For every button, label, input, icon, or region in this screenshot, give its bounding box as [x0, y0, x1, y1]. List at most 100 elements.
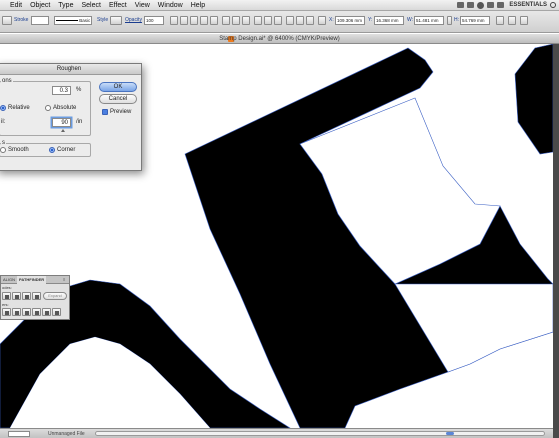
panel-menu-icon[interactable]: ≡ [61, 276, 67, 284]
detail-label: il: [1, 119, 6, 125]
isolate-group-button[interactable] [508, 16, 516, 25]
constrain-proportions-icon[interactable] [447, 16, 452, 25]
corner-radio[interactable] [49, 147, 55, 153]
bluetooth-icon[interactable] [457, 2, 465, 8]
intersect-icon[interactable] [22, 292, 31, 300]
menu-type[interactable]: Type [54, 0, 77, 11]
reference-point-icon[interactable] [318, 16, 326, 25]
smooth-label[interactable]: Smooth [8, 147, 29, 153]
menu-effect[interactable]: Effect [105, 0, 131, 11]
wifi-icon[interactable] [477, 1, 485, 9]
file-status-text[interactable]: Unmanaged File [48, 429, 85, 438]
options-group-label: ons [1, 78, 13, 84]
distribute-hcenter-button[interactable] [296, 16, 304, 25]
menu-object[interactable]: Object [26, 0, 54, 11]
document-title: Stamp Design.ai* @ 6400% (CMYK/Preview) [219, 36, 340, 42]
panel-tabs: ALIGN PATHFINDER ≡ [1, 276, 69, 284]
detail-unit: /in [76, 119, 83, 125]
stroke-weight-field[interactable] [31, 16, 49, 25]
align-right-button[interactable] [210, 16, 218, 25]
relative-radio[interactable] [0, 105, 6, 111]
minus-back-icon[interactable] [52, 308, 61, 316]
absolute-label[interactable]: Absolute [53, 105, 76, 111]
style-label: Style [97, 17, 109, 23]
align-hcenter-button[interactable] [200, 16, 208, 25]
relative-label[interactable]: Relative [8, 105, 30, 111]
right-panel-edge [553, 44, 559, 438]
menu-help[interactable]: Help [187, 0, 209, 11]
y-field[interactable]: 16.368 mm [374, 16, 404, 25]
menu-select[interactable]: Select [77, 0, 104, 11]
crop-icon[interactable] [32, 308, 41, 316]
x-label: X: [329, 17, 334, 23]
status-tray: ESSENTIALS [457, 1, 559, 9]
cancel-button[interactable]: Cancel [99, 94, 137, 104]
align-vcenter-button[interactable] [232, 16, 240, 25]
exclude-icon[interactable] [32, 292, 41, 300]
divide-icon[interactable] [2, 308, 11, 316]
distribute-right-button[interactable] [306, 16, 314, 25]
recolor-artwork-button[interactable] [170, 16, 178, 25]
distribute-bottom-button[interactable] [274, 16, 282, 25]
w-label: W: [407, 17, 414, 23]
distribute-left-button[interactable] [286, 16, 294, 25]
roughen-dialog: Roughen ons 0.3 % Relative Absolute il: … [0, 63, 142, 171]
size-unit: % [76, 87, 82, 93]
workspace-switcher[interactable]: ESSENTIALS [509, 2, 547, 8]
menu-view[interactable]: View [131, 0, 154, 11]
horizontal-scrollbar[interactable] [95, 431, 545, 436]
w-field[interactable]: 51.481 mm [414, 16, 444, 25]
detail-field[interactable]: 90 [52, 118, 71, 127]
dialog-titlebar: Roughen [0, 64, 141, 75]
spotlight-search-icon[interactable] [550, 2, 556, 8]
x-field[interactable]: 109.306 mm [335, 16, 365, 25]
brush-name: Basic [79, 18, 91, 23]
y-label: Y: [368, 17, 373, 23]
battery-icon[interactable] [497, 2, 505, 8]
detail-slider-handle[interactable] [61, 129, 65, 132]
minus-front-icon[interactable] [12, 292, 21, 300]
tab-pathfinder[interactable]: PATHFINDER [17, 276, 47, 284]
align-left-button[interactable] [190, 16, 198, 25]
tab-align[interactable]: ALIGN [1, 276, 17, 284]
unite-icon[interactable] [2, 292, 11, 300]
stroke-label[interactable]: Stroke [14, 16, 28, 25]
zoom-level-field[interactable] [8, 431, 30, 437]
size-field[interactable]: 0.3 [52, 86, 71, 95]
align-to-button[interactable] [180, 16, 188, 25]
align-bottom-button[interactable] [242, 16, 250, 25]
preview-label[interactable]: Preview [110, 109, 131, 115]
merge-icon[interactable] [22, 308, 31, 316]
opacity-label[interactable]: Opacity [125, 16, 142, 25]
shape-modes-label: odes: [2, 285, 12, 290]
scrollbar-thumb[interactable] [446, 432, 454, 435]
absolute-radio[interactable] [45, 105, 51, 111]
menu-list: Edit Object Type Select Effect View Wind… [6, 0, 209, 11]
fill-color-dropdown[interactable] [2, 16, 12, 25]
menu-edit[interactable]: Edit [6, 0, 26, 11]
expand-button[interactable]: Expand [43, 292, 67, 300]
ok-button[interactable]: OK [99, 82, 137, 92]
preview-checkbox[interactable] [102, 109, 108, 115]
brush-definition-dropdown[interactable]: Basic [54, 16, 92, 25]
control-bar: Stroke Basic Style Opacity 100 X: 109.30… [0, 11, 559, 33]
letter-fragment-top-right[interactable] [514, 44, 554, 155]
distribute-vcenter-button[interactable] [264, 16, 272, 25]
distribute-top-button[interactable] [254, 16, 262, 25]
h-label: H: [454, 17, 459, 23]
transform-panel-button[interactable] [496, 16, 504, 25]
smooth-radio[interactable] [0, 147, 6, 153]
align-top-button[interactable] [222, 16, 230, 25]
opacity-field[interactable]: 100 [144, 16, 164, 25]
volume-icon[interactable] [487, 2, 495, 8]
timemachine-icon[interactable] [467, 2, 475, 8]
pathfinders-label: ers: [2, 302, 9, 307]
menu-window[interactable]: Window [154, 0, 187, 11]
corner-label[interactable]: Corner [57, 147, 75, 153]
graphic-style-dropdown[interactable] [110, 16, 122, 25]
control-panel-menu-button[interactable] [520, 16, 528, 25]
h-field[interactable]: 54.769 mm [460, 16, 490, 25]
trim-icon[interactable] [12, 308, 21, 316]
outline-icon[interactable] [42, 308, 51, 316]
brush-stroke-preview [56, 20, 78, 22]
